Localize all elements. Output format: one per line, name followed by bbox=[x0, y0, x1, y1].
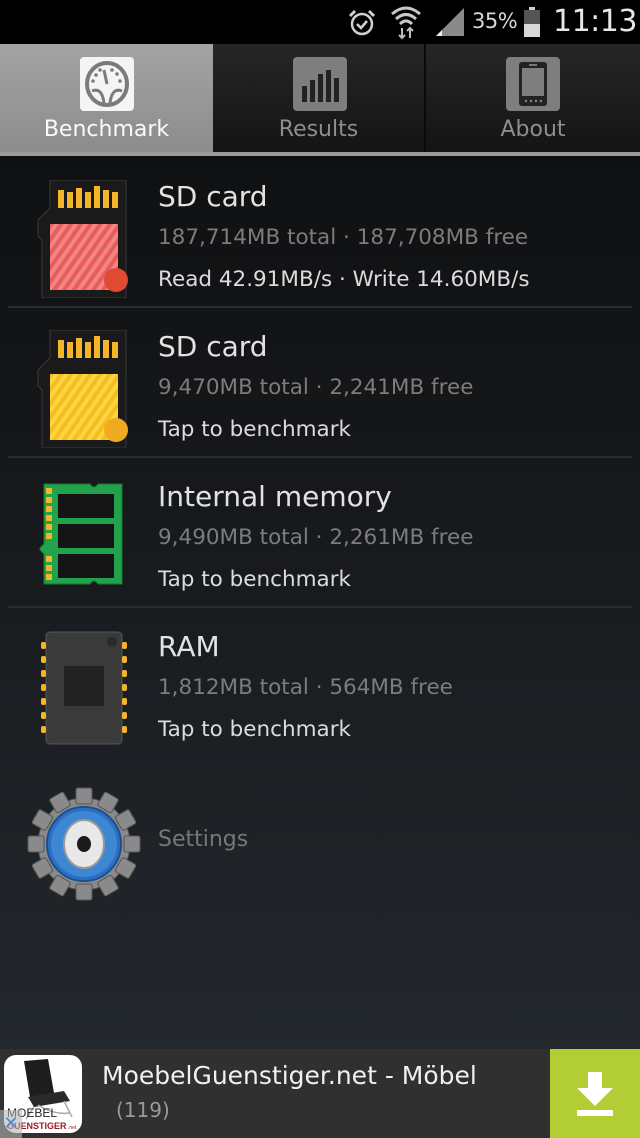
list-item-internal-memory[interactable]: Internal memory 9,490MB total · 2,261MB … bbox=[0, 458, 640, 608]
item-capacity: 1,812MB total · 564MB free bbox=[158, 675, 453, 700]
speedometer-icon bbox=[85, 61, 129, 107]
settings-item[interactable]: Settings bbox=[0, 778, 640, 908]
alarm-icon bbox=[348, 9, 376, 36]
wifi-icon bbox=[391, 6, 421, 40]
item-title: Internal memory bbox=[158, 480, 392, 513]
ram-chip-icon bbox=[41, 631, 127, 745]
item-status: Tap to benchmark bbox=[158, 717, 352, 742]
item-title: RAM bbox=[158, 630, 220, 663]
tab-label: Results bbox=[278, 117, 359, 142]
tab-label: Benchmark bbox=[43, 117, 170, 142]
tab-benchmark[interactable]: Benchmark bbox=[0, 44, 213, 152]
ad-rating-count: (119) bbox=[116, 1098, 170, 1122]
clock-time: 11:13 bbox=[553, 4, 637, 39]
svg-text:.net: .net bbox=[68, 1125, 77, 1131]
download-icon bbox=[577, 1071, 613, 1116]
item-capacity: 9,470MB total · 2,241MB free bbox=[158, 375, 474, 400]
tab-label: About bbox=[500, 117, 566, 142]
status-bar: 35% 11:13 bbox=[0, 0, 640, 44]
ad-title: MoebelGuenstiger.net - Möbel bbox=[102, 1061, 477, 1090]
ad-banner[interactable]: MOEBEL GUENSTIGER .net MoebelGuenstiger.… bbox=[0, 1049, 640, 1138]
signal-icon bbox=[436, 8, 464, 36]
item-title: SD card bbox=[158, 180, 268, 213]
battery-percentage: 35% bbox=[472, 9, 518, 33]
item-title: SD card bbox=[158, 330, 268, 363]
ad-close-button[interactable]: ✕ bbox=[0, 1110, 22, 1138]
ad-download-button[interactable] bbox=[550, 1049, 640, 1138]
item-status: Tap to benchmark bbox=[158, 417, 352, 442]
item-capacity: 187,714MB total · 187,708MB free bbox=[158, 225, 529, 250]
list-item-ram[interactable]: RAM 1,812MB total · 564MB free Tap to be… bbox=[0, 608, 640, 758]
tab-results[interactable]: Results bbox=[213, 44, 426, 152]
storage-list: SD card 187,714MB total · 187,708MB free… bbox=[0, 158, 640, 758]
list-item-sd-card-2[interactable]: SD card 9,470MB total · 2,241MB free Tap… bbox=[0, 308, 640, 458]
list-item-sd-card-1[interactable]: SD card 187,714MB total · 187,708MB free… bbox=[0, 158, 640, 308]
item-capacity: 9,490MB total · 2,261MB free bbox=[158, 525, 474, 550]
gear-icon bbox=[27, 787, 141, 901]
tab-about[interactable]: About bbox=[426, 44, 640, 152]
bar-chart-icon bbox=[302, 70, 339, 102]
sd-card-red-icon bbox=[37, 180, 128, 298]
battery-icon bbox=[524, 7, 540, 37]
item-status: Read 42.91MB/s · Write 14.60MB/s bbox=[158, 267, 530, 292]
phone-icon bbox=[519, 62, 547, 106]
item-status: Tap to benchmark bbox=[158, 567, 352, 592]
tab-indicator bbox=[0, 152, 640, 156]
tab-bar: Benchmark Results About bbox=[0, 44, 640, 156]
sd-card-yellow-icon bbox=[37, 330, 128, 448]
memory-module-icon bbox=[39, 483, 123, 585]
settings-label: Settings bbox=[158, 827, 249, 852]
